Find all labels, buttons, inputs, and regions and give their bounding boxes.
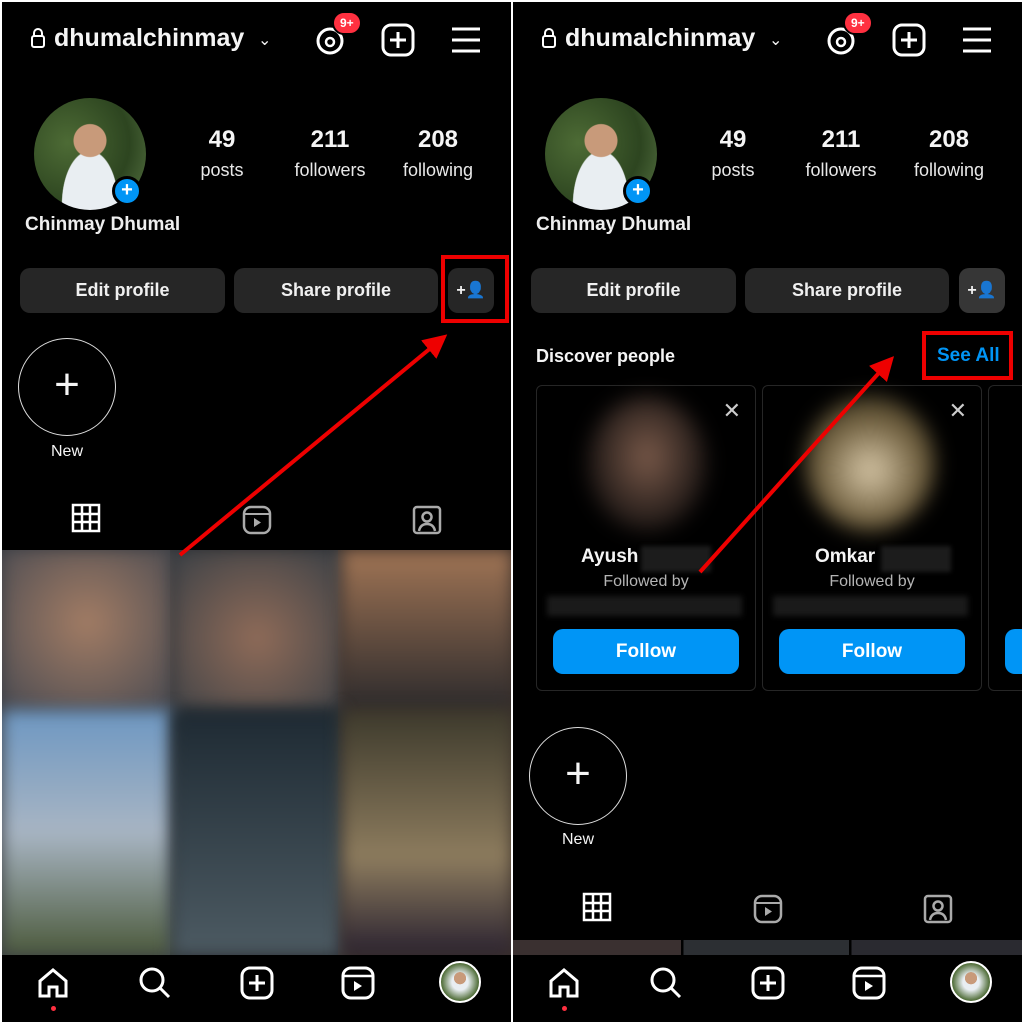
tagged-icon[interactable] xyxy=(411,504,443,536)
suggestion-name[interactable]: Omkar xyxy=(815,546,875,568)
home-icon[interactable] xyxy=(546,965,582,1001)
highlight-box xyxy=(441,255,509,323)
menu-icon[interactable] xyxy=(959,22,995,58)
following-stat[interactable]: 208 following xyxy=(388,126,488,181)
create-icon[interactable] xyxy=(891,22,927,58)
lock-icon xyxy=(31,28,45,48)
highlight-box xyxy=(922,331,1013,380)
following-stat[interactable]: 208 following xyxy=(899,126,999,181)
suggestion-card xyxy=(988,385,1022,691)
close-icon[interactable]: ✕ xyxy=(949,398,967,424)
reels-icon[interactable] xyxy=(851,965,887,1001)
new-highlight-label: New xyxy=(561,831,594,848)
edit-profile-button[interactable]: Edit profile xyxy=(531,268,736,313)
add-story-icon[interactable]: + xyxy=(112,176,142,206)
post-thumbnail[interactable] xyxy=(172,550,342,710)
redacted-surname xyxy=(881,546,951,572)
display-name: Chinmay Dhumal xyxy=(25,214,181,235)
following-count: 208 xyxy=(928,126,970,153)
grid-icon[interactable] xyxy=(581,891,613,923)
suggestion-avatar[interactable] xyxy=(805,396,935,531)
post-thumbnail[interactable] xyxy=(342,550,511,710)
redacted-surname xyxy=(641,546,711,572)
discover-people-title: Discover people xyxy=(536,346,676,366)
tagged-icon[interactable] xyxy=(922,893,954,925)
follow-button[interactable] xyxy=(1005,629,1022,674)
post-thumbnail[interactable] xyxy=(2,550,172,710)
followers-count: 211 xyxy=(310,126,350,153)
posts-label: posts xyxy=(711,160,755,180)
profile-screen-right: dhumalchinmay ⌄ 9+ + 49 posts 211 follower… xyxy=(513,2,1022,1022)
create-icon[interactable] xyxy=(239,965,275,1001)
redacted-mutuals xyxy=(547,596,742,616)
posts-count: 49 xyxy=(208,126,236,153)
chevron-down-icon[interactable]: ⌄ xyxy=(258,30,271,50)
posts-stat[interactable]: 49 posts xyxy=(172,126,272,181)
notification-dot xyxy=(51,1006,56,1011)
profile-avatar[interactable] xyxy=(439,961,481,1003)
following-label: following xyxy=(913,160,985,180)
username-switcher[interactable]: dhumalchinmay xyxy=(565,24,755,53)
follow-button[interactable]: Follow xyxy=(779,629,965,674)
lock-icon xyxy=(542,28,556,48)
followers-label: followers xyxy=(805,160,877,180)
followed-by-text: Followed by xyxy=(603,573,689,590)
profile-screen-left: dhumalchinmay ⌄ 9+ + 49 posts 211 follower… xyxy=(2,2,511,1022)
posts-count: 49 xyxy=(719,126,747,153)
chevron-down-icon[interactable]: ⌄ xyxy=(769,30,782,50)
posts-label: posts xyxy=(200,160,244,180)
new-highlight-button[interactable]: + xyxy=(18,338,116,436)
follow-button[interactable]: Follow xyxy=(553,629,739,674)
post-thumbnail[interactable] xyxy=(2,710,172,955)
reels-icon[interactable] xyxy=(340,965,376,1001)
post-thumbnail[interactable] xyxy=(172,710,342,955)
posts-grid xyxy=(513,940,1022,955)
suggestion-card: ✕ Ayush Followed by Follow xyxy=(536,385,756,691)
followed-by-text: Followed by xyxy=(829,573,915,590)
suggestion-card: ✕ Omkar Followed by Follow xyxy=(762,385,982,691)
following-count: 208 xyxy=(417,126,459,153)
add-story-icon[interactable]: + xyxy=(623,176,653,206)
redacted-mutuals xyxy=(773,596,968,616)
posts-grid xyxy=(2,550,511,955)
profile-avatar[interactable] xyxy=(950,961,992,1003)
notification-badge: 9+ xyxy=(332,11,362,35)
suggestion-avatar[interactable] xyxy=(587,396,707,531)
grid-icon[interactable] xyxy=(70,502,102,534)
menu-icon[interactable] xyxy=(448,22,484,58)
new-highlight-label: New xyxy=(50,443,83,460)
posts-stat[interactable]: 49 posts xyxy=(683,126,783,181)
discover-people-button[interactable]: +👤 xyxy=(959,268,1005,313)
create-icon[interactable] xyxy=(750,965,786,1001)
add-person-icon: +👤 xyxy=(967,282,997,299)
reels-icon[interactable] xyxy=(752,893,784,925)
following-label: following xyxy=(402,160,474,180)
followers-stat[interactable]: 211 followers xyxy=(791,126,891,181)
share-profile-button[interactable]: Share profile xyxy=(234,268,438,313)
notification-dot xyxy=(562,1006,567,1011)
reels-icon[interactable] xyxy=(241,504,273,536)
search-icon[interactable] xyxy=(137,965,173,1001)
suggestion-name[interactable]: Ayush xyxy=(581,546,638,568)
share-profile-button[interactable]: Share profile xyxy=(745,268,949,313)
new-highlight-button[interactable]: + xyxy=(529,727,627,825)
home-icon[interactable] xyxy=(35,965,71,1001)
followers-stat[interactable]: 211 followers xyxy=(280,126,380,181)
username-switcher[interactable]: dhumalchinmay xyxy=(54,24,244,53)
followers-count: 211 xyxy=(821,126,861,153)
search-icon[interactable] xyxy=(648,965,684,1001)
create-icon[interactable] xyxy=(380,22,416,58)
display-name: Chinmay Dhumal xyxy=(536,214,692,235)
followers-label: followers xyxy=(294,160,366,180)
close-icon[interactable]: ✕ xyxy=(723,398,741,424)
notification-badge: 9+ xyxy=(843,11,873,35)
post-thumbnail[interactable] xyxy=(342,710,511,955)
edit-profile-button[interactable]: Edit profile xyxy=(20,268,225,313)
